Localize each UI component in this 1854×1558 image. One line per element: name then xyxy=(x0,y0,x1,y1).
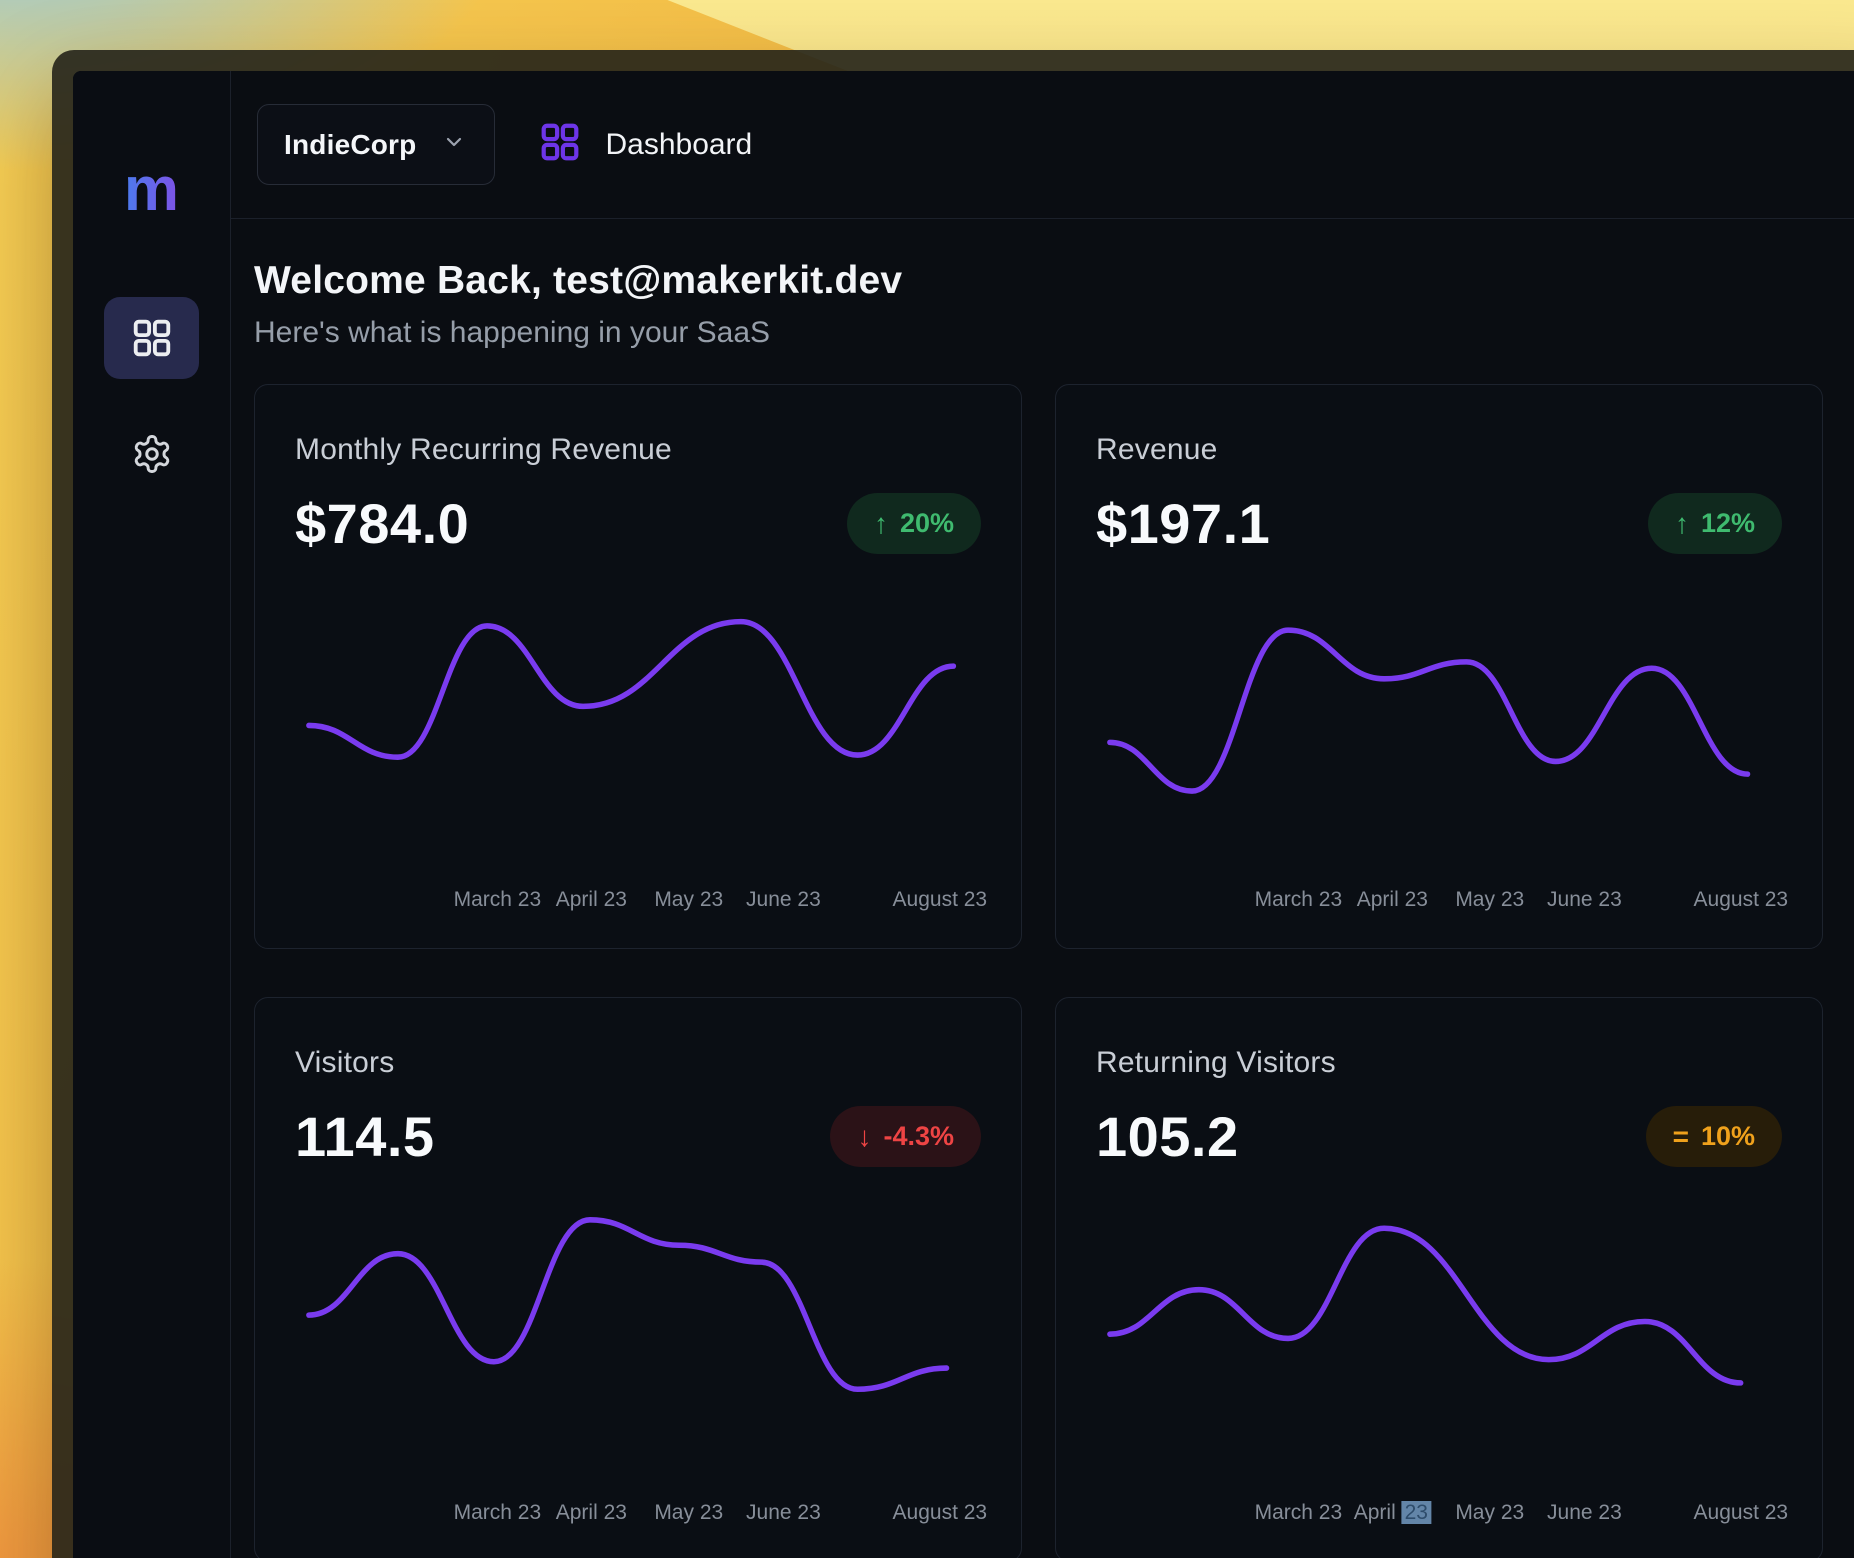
selected-text-highlight: 23 xyxy=(1402,1501,1431,1524)
trend-badge: ↓ -4.3% xyxy=(830,1106,981,1167)
metric-card-revenue: Revenue $197.1 ↑ 12% Ma xyxy=(1055,384,1823,949)
x-axis-labels: March 23April 23May 23June 23August 23 xyxy=(295,888,981,914)
sparkline-chart xyxy=(295,584,981,816)
x-axis-label: May 23 xyxy=(654,1501,723,1525)
page-title: Dashboard xyxy=(605,128,752,162)
arrow-up-icon: ↑ xyxy=(1675,510,1689,538)
x-axis-label: May 23 xyxy=(1455,1501,1524,1525)
card-value-row: 114.5 ↓ -4.3% xyxy=(295,1104,981,1169)
sparkline-chart xyxy=(295,1197,981,1429)
app-window-content: m xyxy=(73,71,1854,1558)
x-axis-labels: March 23April 23May 23June 23August 23 xyxy=(295,1501,981,1527)
card-value: $784.0 xyxy=(295,491,469,556)
card-title: Revenue xyxy=(1096,433,1782,467)
x-axis-label: April 23 xyxy=(1354,1501,1431,1525)
trend-value: -4.3% xyxy=(883,1121,954,1152)
sidebar-nav xyxy=(104,297,199,495)
chevron-down-icon xyxy=(442,129,466,161)
app-window: m xyxy=(52,50,1854,1558)
card-value-row: 105.2 = 10% xyxy=(1096,1104,1782,1169)
team-selector-button[interactable]: IndieCorp xyxy=(257,104,495,185)
sparkline-chart xyxy=(1096,584,1782,816)
x-axis-label: March 23 xyxy=(1255,888,1343,912)
sidebar: m xyxy=(73,71,231,1558)
equals-icon: = xyxy=(1673,1123,1689,1151)
grid-icon xyxy=(129,315,175,361)
sidebar-item-dashboard[interactable] xyxy=(104,297,199,379)
x-axis-label: June 23 xyxy=(1547,1501,1622,1525)
card-value: 114.5 xyxy=(295,1104,435,1169)
metric-card-grid: Monthly Recurring Revenue $784.0 ↑ 20% xyxy=(254,384,1854,1558)
sidebar-item-settings[interactable] xyxy=(104,413,199,495)
x-axis-labels: March 23April 23May 23June 23August 23 xyxy=(1096,1501,1782,1527)
welcome-heading: Welcome Back, test@makerkit.dev xyxy=(254,259,1854,303)
x-axis-label: August 23 xyxy=(893,888,988,912)
sparkline-chart xyxy=(1096,1197,1782,1429)
card-value-row: $784.0 ↑ 20% xyxy=(295,491,981,556)
trend-value: 10% xyxy=(1701,1121,1755,1152)
trend-badge: ↑ 20% xyxy=(847,493,981,554)
metric-card-returning-visitors: Returning Visitors 105.2 = 10% xyxy=(1055,997,1823,1558)
page-heading: Dashboard xyxy=(537,119,752,170)
x-axis-label: March 23 xyxy=(454,888,542,912)
x-axis-label: March 23 xyxy=(1255,1501,1343,1525)
team-selector-label: IndieCorp xyxy=(284,129,416,161)
metric-card-mrr: Monthly Recurring Revenue $784.0 ↑ 20% xyxy=(254,384,1022,949)
card-value-row: $197.1 ↑ 12% xyxy=(1096,491,1782,556)
x-axis-label: June 23 xyxy=(746,1501,821,1525)
card-value: 105.2 xyxy=(1096,1104,1239,1169)
dashboard-content: Welcome Back, test@makerkit.dev Here's w… xyxy=(231,219,1854,1558)
x-axis-label: June 23 xyxy=(1547,888,1622,912)
trend-badge: = 10% xyxy=(1646,1106,1782,1167)
x-axis-label: April 23 xyxy=(556,888,627,912)
welcome-subheading: Here's what is happening in your SaaS xyxy=(254,316,1854,350)
card-title: Monthly Recurring Revenue xyxy=(295,433,981,467)
x-axis-label: March 23 xyxy=(454,1501,542,1525)
trend-badge: ↑ 12% xyxy=(1648,493,1782,554)
arrow-down-icon: ↓ xyxy=(857,1123,871,1151)
main-area: IndieCorp Dashboard xyxy=(231,71,1854,1558)
app-logo: m xyxy=(124,159,179,221)
x-axis-label: May 23 xyxy=(1455,888,1524,912)
x-axis-labels: March 23April 23May 23June 23August 23 xyxy=(1096,888,1782,914)
card-title: Visitors xyxy=(295,1046,981,1080)
trend-value: 12% xyxy=(1701,508,1755,539)
x-axis-label: June 23 xyxy=(746,888,821,912)
x-axis-label: April 23 xyxy=(556,1501,627,1525)
desktop-background: m xyxy=(0,0,1854,1558)
top-bar: IndieCorp Dashboard xyxy=(231,71,1854,219)
x-axis-label: August 23 xyxy=(1694,1501,1789,1525)
card-value: $197.1 xyxy=(1096,491,1270,556)
dashboard-grid-icon xyxy=(537,119,583,170)
x-axis-label: August 23 xyxy=(893,1501,988,1525)
x-axis-label: May 23 xyxy=(654,888,723,912)
gear-icon xyxy=(131,433,173,475)
x-axis-label: April 23 xyxy=(1357,888,1428,912)
card-title: Returning Visitors xyxy=(1096,1046,1782,1080)
arrow-up-icon: ↑ xyxy=(874,510,888,538)
x-axis-label: August 23 xyxy=(1694,888,1789,912)
metric-card-visitors: Visitors 114.5 ↓ -4.3% xyxy=(254,997,1022,1558)
trend-value: 20% xyxy=(900,508,954,539)
